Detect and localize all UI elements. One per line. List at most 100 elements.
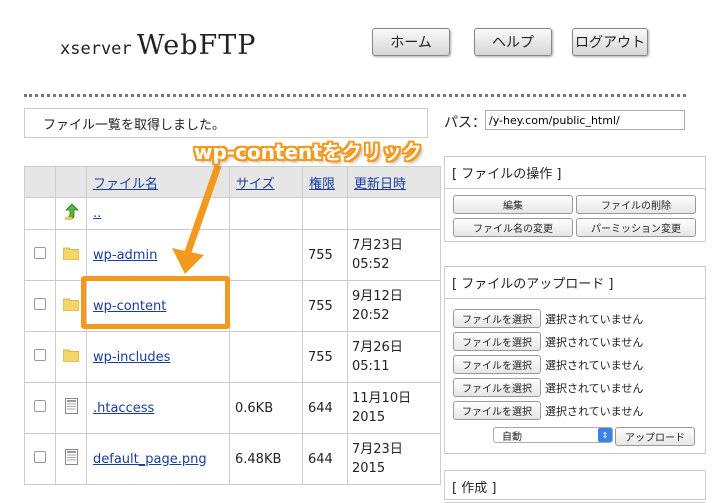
sort-by-name-link[interactable]: ファイル名 — [87, 177, 158, 192]
date-line-1: 7月23日 — [352, 442, 403, 457]
empty-cell — [302, 197, 348, 230]
perm-cell: 755 — [302, 229, 348, 281]
date-cell: 7月23日 2015 — [347, 433, 441, 485]
annotation-arrow-icon — [172, 164, 222, 274]
edit-button[interactable]: 編集 — [453, 195, 573, 214]
date-line-2: 05:11 — [352, 359, 390, 374]
document-icon — [55, 433, 87, 485]
choose-file-button-5[interactable]: ファイルを選択 — [453, 401, 541, 420]
create-panel: [ 作成 ] — [444, 470, 706, 503]
header-perm: 権限 — [302, 166, 348, 198]
table-row: wp-includes 755 7月26日 05:11 — [24, 331, 441, 383]
empty-cell — [229, 197, 303, 230]
choose-file-button-3[interactable]: ファイルを選択 — [453, 355, 541, 374]
size-cell — [229, 229, 303, 281]
choose-file-button-2[interactable]: ファイルを選択 — [453, 332, 541, 351]
date-line-2: 05:52 — [352, 257, 390, 272]
perm-cell: 755 — [302, 331, 348, 383]
date-line-1: 7月26日 — [352, 340, 403, 355]
date-line-2: 2015 — [352, 461, 386, 476]
upload-title: [ ファイルのアップロード ] — [445, 267, 705, 299]
row-checkbox[interactable] — [34, 451, 46, 463]
date-line-1: 9月12日 — [352, 289, 403, 304]
path-input[interactable] — [485, 110, 685, 130]
table-row: .htaccess 0.6KB 644 11月10日 2015 — [24, 382, 441, 434]
select-cell — [24, 382, 56, 434]
empty-cell — [347, 197, 441, 230]
no-file-label: 選択されていません — [545, 313, 644, 326]
rename-file-button[interactable]: ファイル名の変更 — [453, 218, 573, 237]
size-cell: 0.6KB — [229, 382, 303, 434]
name-cell: wp-includes — [86, 331, 230, 383]
name-cell: .htaccess — [86, 382, 230, 434]
upload-mode-select[interactable]: 自動 ⇕ — [493, 427, 613, 443]
table-row: default_page.png 6.48KB 644 7月23日 2015 — [24, 433, 441, 485]
size-cell: 6.48KB — [229, 433, 303, 485]
change-permission-button[interactable]: パーミッション変更 — [576, 218, 696, 237]
document-icon — [55, 382, 87, 434]
header-select-cell — [24, 166, 56, 198]
file-link[interactable]: wp-admin — [87, 248, 157, 263]
logo: xserver WebFTP — [60, 30, 256, 61]
date-cell: 7月26日 05:11 — [347, 331, 441, 383]
path-label: パス： — [444, 115, 486, 131]
home-button[interactable]: ホーム — [372, 28, 450, 56]
sort-by-date-link[interactable]: 更新日時 — [348, 177, 406, 192]
sort-by-perm-link[interactable]: 権限 — [303, 177, 335, 192]
chevron-updown-icon: ⇕ — [598, 428, 612, 442]
row-checkbox[interactable] — [34, 247, 46, 259]
file-link[interactable]: .htaccess — [87, 401, 154, 416]
folder-icon — [55, 229, 87, 281]
date-cell: 11月10日 2015 — [347, 382, 441, 434]
header-size: サイズ — [229, 166, 303, 198]
annotation-text: wp-contentをクリック — [194, 140, 422, 164]
status-message: ファイル一覧を取得しました。 — [24, 108, 428, 138]
select-cell — [24, 331, 56, 383]
upload-mode-value: 自動 — [502, 431, 522, 443]
logo-big-text: WebFTP — [136, 30, 257, 61]
row-checkbox[interactable] — [34, 298, 46, 310]
folder-icon — [55, 331, 87, 383]
row-checkbox[interactable] — [34, 349, 46, 361]
row-checkbox[interactable] — [34, 400, 46, 412]
empty-cell — [24, 197, 56, 230]
perm-cell: 755 — [302, 280, 348, 332]
no-file-label: 選択されていません — [545, 359, 644, 372]
logout-button[interactable]: ログアウト — [572, 28, 648, 56]
file-link[interactable]: wp-includes — [87, 350, 170, 365]
no-file-label: 選択されていません — [545, 382, 644, 395]
no-file-label: 選択されていません — [545, 405, 644, 418]
parent-directory-link[interactable]: .. — [87, 206, 101, 221]
date-cell: 9月12日 20:52 — [347, 280, 441, 332]
perm-cell: 644 — [302, 382, 348, 434]
size-cell — [229, 280, 303, 332]
header-divider — [24, 94, 686, 97]
highlight-box — [81, 276, 230, 329]
delete-file-button[interactable]: ファイルの削除 — [576, 195, 696, 214]
header-icon-cell — [55, 166, 87, 198]
help-button[interactable]: ヘルプ — [474, 28, 552, 56]
upload-panel: [ ファイルのアップロード ] ファイルを選択 選択されていません ファイルを選… — [444, 266, 706, 454]
file-ops-panel: [ ファイルの操作 ] 編集 ファイルの削除 ファイル名の変更 パーミッション変… — [444, 156, 706, 242]
choose-file-button-1[interactable]: ファイルを選択 — [453, 309, 541, 328]
perm-cell: 644 — [302, 433, 348, 485]
header-date: 更新日時 — [347, 166, 441, 198]
date-line-2: 2015 — [352, 410, 386, 425]
date-line-1: 7月23日 — [352, 238, 403, 253]
file-link[interactable]: default_page.png — [87, 452, 207, 467]
select-cell — [24, 433, 56, 485]
no-file-label: 選択されていません — [545, 336, 644, 349]
name-cell: default_page.png — [86, 433, 230, 485]
size-cell — [229, 331, 303, 383]
upload-button[interactable]: アップロード — [615, 427, 695, 446]
date-line-2: 20:52 — [352, 308, 390, 323]
select-cell — [24, 229, 56, 281]
create-title: [ 作成 ] — [445, 471, 705, 503]
choose-file-button-4[interactable]: ファイルを選択 — [453, 378, 541, 397]
up-directory-icon[interactable] — [55, 197, 87, 230]
logo-small-text: xserver — [60, 39, 132, 59]
file-ops-title: [ ファイルの操作 ] — [445, 157, 705, 189]
date-cell: 7月23日 05:52 — [347, 229, 441, 281]
date-line-1: 11月10日 — [352, 391, 412, 406]
select-cell — [24, 280, 56, 332]
